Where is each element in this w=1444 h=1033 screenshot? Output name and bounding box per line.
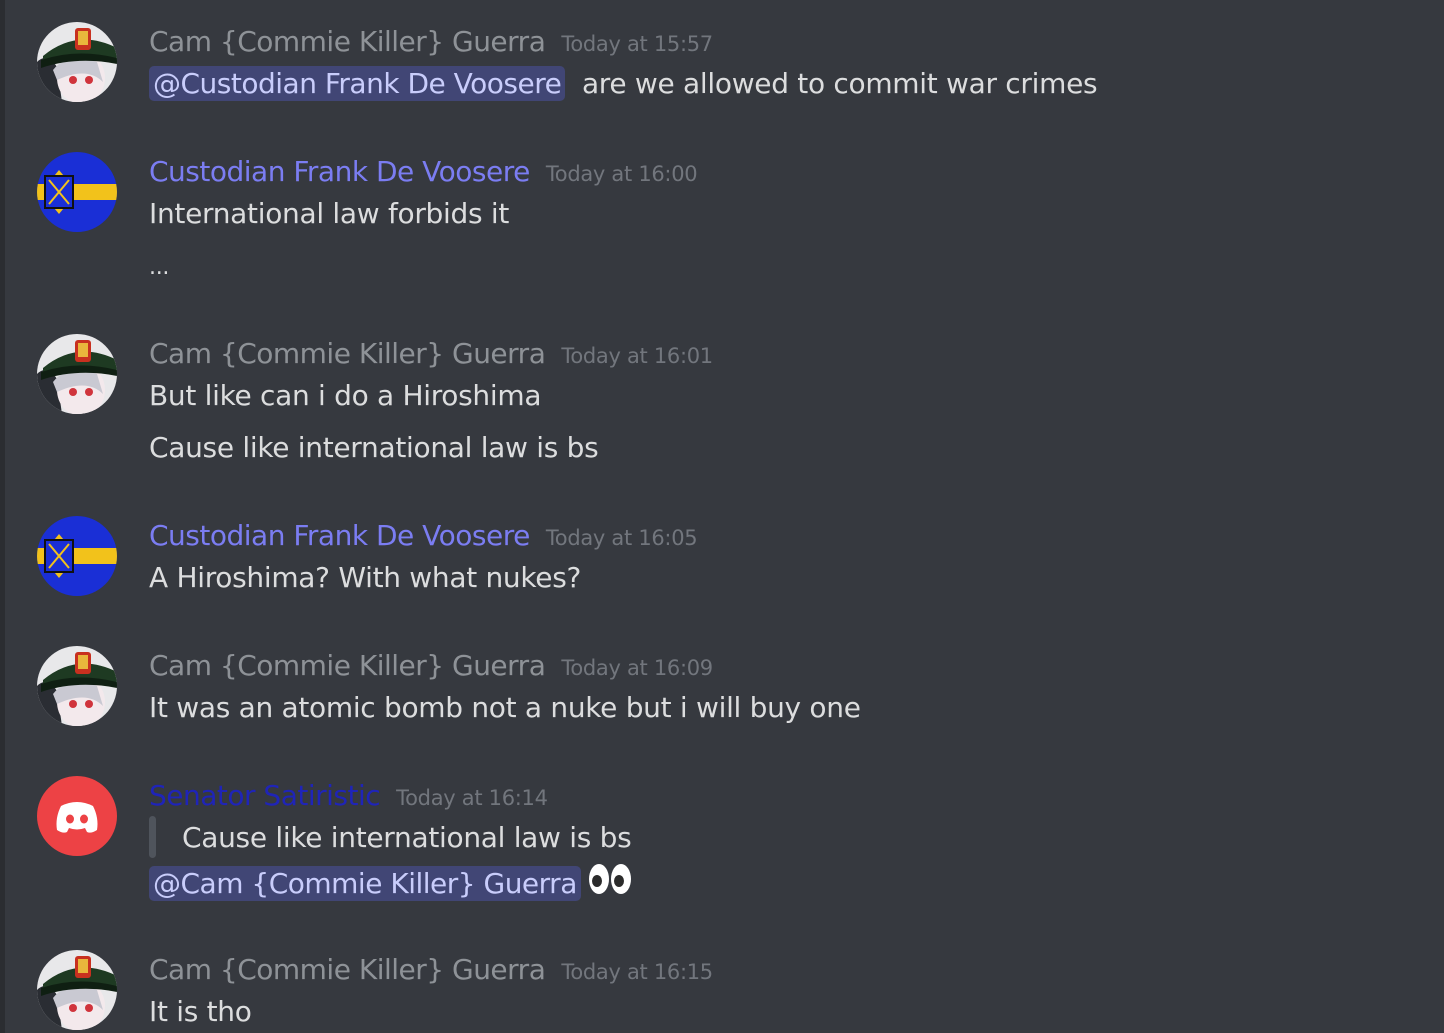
timestamp[interactable]: Today at 16:14 — [396, 786, 548, 810]
quoted-text: Cause like international law is bs — [182, 821, 632, 854]
eyes-emoji[interactable] — [587, 862, 633, 907]
author-name[interactable]: Cam {Commie Killer} Guerra — [149, 649, 546, 682]
message-text: It was an atomic bomb not a nuke but i w… — [149, 691, 861, 724]
user-mention[interactable]: @Custodian Frank De Voosere — [149, 66, 566, 101]
message-text: But like can i do a Hiroshima — [149, 379, 542, 412]
message-content: @Cam {Commie Killer} Guerra — [149, 862, 633, 907]
timestamp[interactable]: Today at 16:05 — [546, 526, 698, 550]
message-text: ... — [149, 255, 170, 280]
timestamp[interactable]: Today at 16:00 — [546, 162, 698, 186]
timestamp[interactable]: Today at 16:01 — [561, 344, 713, 368]
message-text: It is tho — [149, 995, 252, 1028]
officer-avatar[interactable] — [37, 334, 117, 414]
author-name[interactable]: Custodian Frank De Voosere — [149, 519, 530, 552]
message-text: are we allowed to commit war crimes — [581, 67, 1098, 100]
user-mention[interactable]: @Cam {Commie Killer} Guerra — [149, 865, 581, 901]
author-name[interactable]: Senator Satiristic — [149, 779, 381, 812]
flag-avatar[interactable] — [37, 516, 117, 596]
author-name[interactable]: Cam {Commie Killer} Guerra — [149, 25, 546, 58]
officer-avatar[interactable] — [37, 646, 117, 726]
timestamp[interactable]: Today at 16:09 — [561, 656, 713, 680]
quote-bar — [149, 816, 156, 858]
flag-avatar[interactable] — [37, 152, 117, 232]
officer-avatar[interactable] — [37, 22, 117, 102]
discord-default-avatar[interactable] — [37, 776, 117, 856]
author-name[interactable]: Cam {Commie Killer} Guerra — [149, 953, 546, 986]
author-name[interactable]: Custodian Frank De Voosere — [149, 155, 530, 188]
officer-avatar[interactable] — [37, 950, 117, 1030]
message-text: A Hiroshima? With what nukes? — [149, 561, 582, 594]
timestamp[interactable]: Today at 16:15 — [561, 960, 713, 984]
timestamp[interactable]: Today at 15:57 — [561, 32, 713, 56]
message-text: International law forbids it — [149, 197, 510, 230]
left-edge-divider — [0, 0, 5, 1033]
message-content: @Custodian Frank De Voosere are we allow… — [149, 64, 1098, 104]
author-name[interactable]: Cam {Commie Killer} Guerra — [149, 337, 546, 370]
message-text: Cause like international law is bs — [149, 431, 599, 464]
